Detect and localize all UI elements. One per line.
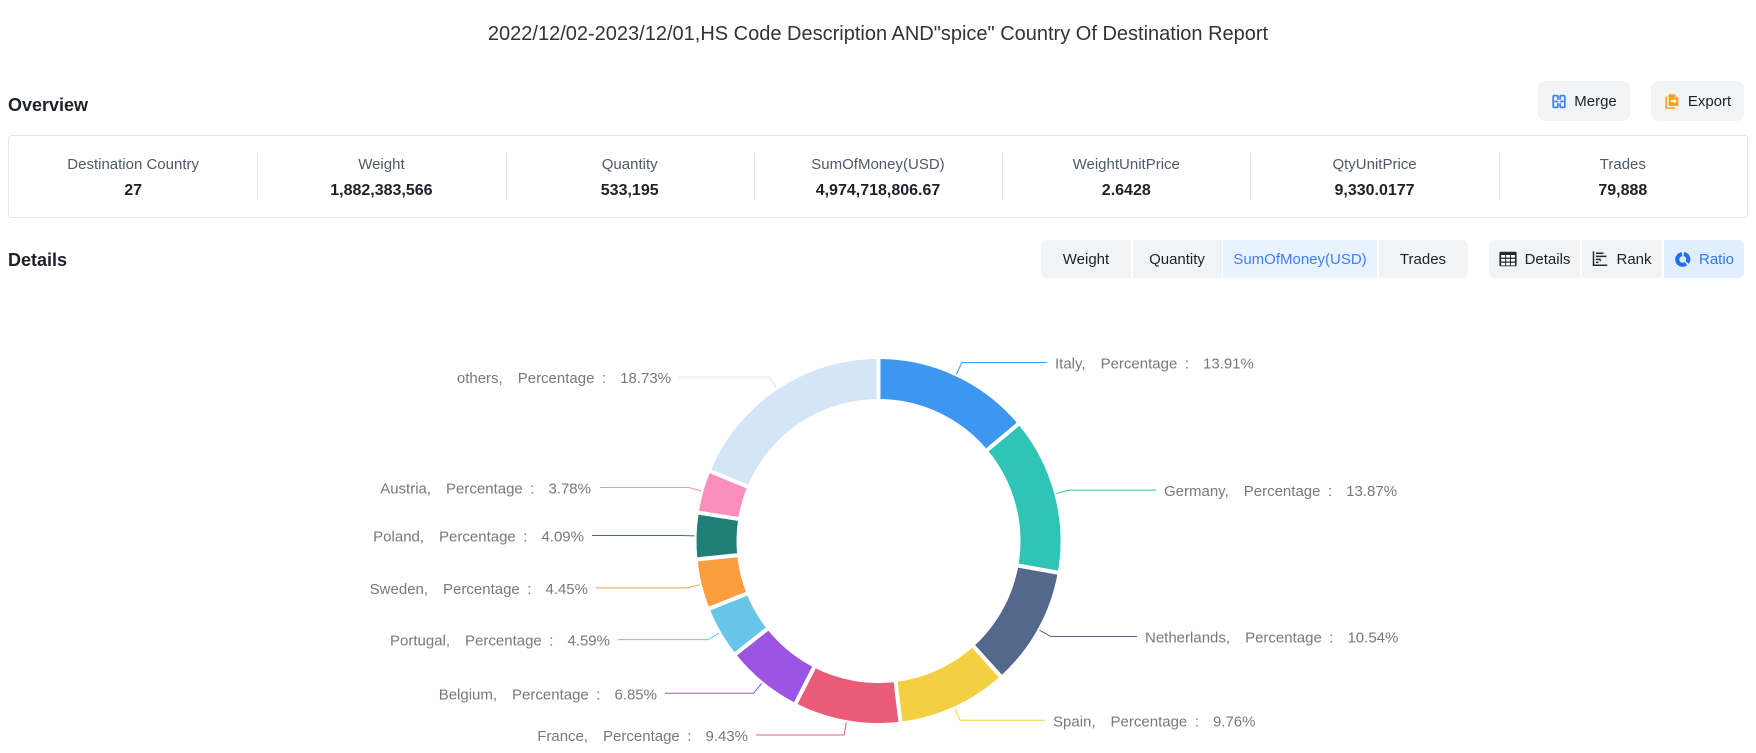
svg-text:Portugal,Percentage:4.59%: Portugal,Percentage:4.59% <box>390 633 610 650</box>
svg-text:Austria,Percentage:3.78%: Austria,Percentage:3.78% <box>380 481 591 498</box>
svg-text:Poland,Percentage:4.09%: Poland,Percentage:4.09% <box>373 529 584 546</box>
svg-text:others,Percentage:18.73%: others,Percentage:18.73% <box>457 370 671 387</box>
svg-text:Netherlands,Percentage:10.54%: Netherlands,Percentage:10.54% <box>1145 630 1398 647</box>
svg-text:Spain,Percentage:9.76%: Spain,Percentage:9.76% <box>1053 713 1256 730</box>
svg-text:France,Percentage:9.43%: France,Percentage:9.43% <box>537 728 748 745</box>
svg-text:Germany,Percentage:13.87%: Germany,Percentage:13.87% <box>1164 483 1397 500</box>
svg-text:Sweden,Percentage:4.45%: Sweden,Percentage:4.45% <box>370 581 588 598</box>
svg-text:Belgium,Percentage:6.85%: Belgium,Percentage:6.85% <box>439 686 657 703</box>
svg-text:Italy,Percentage:13.91%: Italy,Percentage:13.91% <box>1055 356 1254 373</box>
